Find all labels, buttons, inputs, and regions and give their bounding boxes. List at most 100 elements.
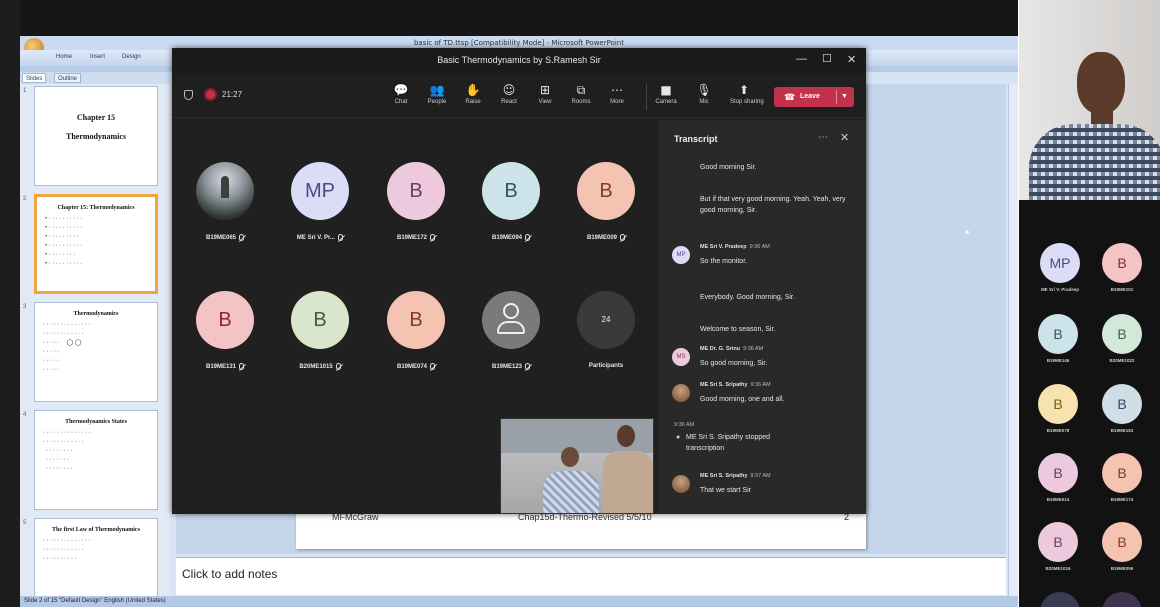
mic-off-icon bbox=[430, 234, 436, 241]
mic-off-icon bbox=[239, 234, 245, 241]
self-video-preview[interactable] bbox=[500, 418, 654, 514]
transcript-line: That we start Sir bbox=[700, 487, 751, 494]
react-button[interactable]: ☺ React bbox=[495, 82, 523, 105]
meeting-toolbar: 21:27 💬 Chat 👥 People ✋ Raise ☺ React ⊞ … bbox=[172, 74, 866, 118]
close-transcript-icon[interactable]: ✕ bbox=[840, 131, 849, 144]
participant-name: B19ME009 bbox=[586, 235, 618, 242]
slide-thumbnail[interactable]: Chapter 15 Thermodynamics bbox=[34, 86, 158, 186]
timestamp: 9:36 AM bbox=[674, 422, 695, 428]
ribbon-tab-insert[interactable]: Insert bbox=[90, 54, 105, 60]
participant-name: B19ME074 bbox=[396, 364, 428, 371]
share-icon: ⬆ bbox=[738, 83, 750, 97]
generic-person-icon bbox=[482, 291, 540, 349]
avatar[interactable]: B bbox=[1102, 314, 1142, 354]
mic-off-icon bbox=[525, 363, 531, 370]
participant-name: B19ME174 bbox=[1110, 497, 1134, 502]
speaker-name: ME Dr. G. Srinu bbox=[700, 346, 741, 352]
avatar: B bbox=[482, 162, 540, 220]
transcript-panel: Transcript ⋯ ✕ Good morning Sir. But if … bbox=[658, 120, 866, 514]
status-bar: Slide 2 of 15 "Default Design" English (… bbox=[20, 596, 1018, 607]
avatar[interactable]: B bbox=[1102, 453, 1142, 493]
participant-tile[interactable]: B B19ME074 bbox=[375, 291, 455, 381]
participant-tile[interactable]: B19ME065 bbox=[184, 162, 264, 252]
participant-tile[interactable]: B B19ME009 bbox=[565, 162, 645, 252]
ribbon-tab-design[interactable]: Design bbox=[122, 54, 141, 60]
thumbnail-title: The first Law of Thermodynamics bbox=[52, 527, 140, 533]
view-icon: ⊞ bbox=[539, 83, 551, 97]
transcript-line: Good morning, one and all. bbox=[700, 396, 785, 403]
participant-name: ME Sri V. Pr... bbox=[296, 235, 336, 242]
chat-button[interactable]: 💬 Chat bbox=[387, 82, 415, 105]
rooms-button[interactable]: ⧉ Rooms bbox=[567, 82, 595, 105]
transcript-line: So the monitor. bbox=[700, 258, 748, 265]
stop-sharing-button[interactable]: ⬆ Stop sharing bbox=[730, 82, 764, 105]
more-options-icon[interactable]: ⋯ bbox=[818, 132, 828, 143]
participant-tile[interactable]: MP ME Sri V. Pr... bbox=[279, 162, 359, 252]
speaker-photo bbox=[672, 475, 690, 493]
shield-icon bbox=[184, 90, 193, 100]
tab-slides[interactable]: Slides bbox=[22, 73, 47, 83]
participant-name: B19ME172 bbox=[396, 235, 428, 242]
more-button[interactable]: ⋯ More bbox=[603, 82, 631, 105]
side-participant-gallery: MP ME Sri V. Pradeep B B19ME101 B B19ME1… bbox=[1019, 200, 1160, 607]
participant-tile[interactable]: B B19ME131 bbox=[184, 291, 264, 381]
screen-left-edge bbox=[0, 0, 20, 607]
participants-overflow-tile[interactable]: 24 Participants bbox=[565, 291, 645, 381]
vertical-scrollbar[interactable] bbox=[1008, 84, 1018, 596]
chevron-down-icon[interactable]: ▼ bbox=[841, 87, 848, 107]
avatar: B bbox=[577, 162, 635, 220]
people-button[interactable]: 👥 People bbox=[423, 82, 451, 105]
avatar[interactable]: B bbox=[1038, 384, 1078, 424]
teams-meeting-window: Basic Thermodynamics by S.Ramesh Sir — ☐… bbox=[172, 48, 866, 514]
thumbnail-title: Chapter 15 bbox=[76, 113, 116, 122]
recording-icon bbox=[206, 90, 215, 99]
mic-off-icon bbox=[430, 363, 436, 370]
raise-hand-button[interactable]: ✋ Raise bbox=[459, 82, 487, 105]
transcript-line: Everybody. Good morning, Sir. bbox=[700, 294, 795, 301]
ribbon-tab-home[interactable]: Home bbox=[56, 54, 72, 60]
participant-tile[interactable]: B B19ME172 bbox=[375, 162, 455, 252]
transcript-line: Good morning Sir. bbox=[700, 164, 757, 171]
minimize-icon[interactable]: — bbox=[796, 53, 807, 65]
speaker-name: ME Sri V. Pradeep bbox=[700, 244, 747, 250]
participant-name: B19ME078 bbox=[1046, 428, 1070, 433]
notes-pane[interactable]: Click to add notes bbox=[176, 557, 1006, 595]
participant-tile[interactable]: B19ME123 bbox=[470, 291, 550, 381]
teams-titlebar: Basic Thermodynamics by S.Ramesh Sir — ☐… bbox=[172, 48, 866, 74]
participant-tile[interactable]: B B19ME094 bbox=[470, 162, 550, 252]
participant-tile[interactable]: B B20ME1015 bbox=[279, 291, 359, 381]
avatar: B bbox=[291, 291, 349, 349]
slide-thumbnail[interactable]: Thermodynamics States · · · · · · · · · … bbox=[34, 410, 158, 510]
avatar[interactable]: MP bbox=[1040, 243, 1080, 283]
avatar[interactable]: B bbox=[1038, 314, 1078, 354]
avatar[interactable]: B bbox=[1102, 522, 1142, 562]
speaker-avatar: MP bbox=[672, 246, 690, 264]
participant-name: B19ME059 bbox=[1110, 566, 1134, 571]
avatar[interactable]: B bbox=[1038, 453, 1078, 493]
slide-thumbnail[interactable]: Thermodynamics · · · · · · · · · · · · ·… bbox=[34, 302, 158, 402]
participant-name: B19ME014 bbox=[1046, 497, 1070, 502]
timestamp: 9:37 AM bbox=[750, 473, 771, 479]
avatar[interactable]: B bbox=[1038, 522, 1078, 562]
maximize-icon[interactable]: ☐ bbox=[822, 52, 832, 65]
camera-button[interactable]: ■ Camera bbox=[652, 82, 680, 105]
avatar: B bbox=[387, 291, 445, 349]
phone-icon: ☎ bbox=[784, 92, 796, 102]
slide-thumbnail[interactable]: The first Law of Thermodynamics · · · · … bbox=[34, 518, 158, 598]
thumbnail-title: Thermodynamics States bbox=[65, 419, 127, 425]
avatar: B bbox=[387, 162, 445, 220]
system-dot-icon: ● bbox=[676, 434, 681, 441]
timestamp: 9:36 AM bbox=[743, 346, 764, 352]
speaker-name: ME Sri S. Sripathy bbox=[700, 382, 748, 388]
timestamp: 9:36 AM bbox=[749, 244, 770, 250]
tab-outline[interactable]: Outline bbox=[54, 73, 82, 83]
participant-name: B20ME1016 bbox=[1045, 566, 1071, 571]
avatar[interactable]: B bbox=[1102, 384, 1142, 424]
raise-hand-icon: ✋ bbox=[465, 83, 481, 97]
mic-button[interactable]: 🎙 Mic bbox=[690, 82, 718, 105]
leave-button[interactable]: ☎ Leave ▼ bbox=[774, 87, 854, 107]
avatar[interactable]: B bbox=[1102, 243, 1142, 283]
close-icon[interactable]: ✕ bbox=[847, 53, 856, 66]
slide-thumbnail-selected[interactable]: Chapter 15: Thermodynamics • · · · · · ·… bbox=[34, 194, 158, 294]
view-button[interactable]: ⊞ View bbox=[531, 82, 559, 105]
